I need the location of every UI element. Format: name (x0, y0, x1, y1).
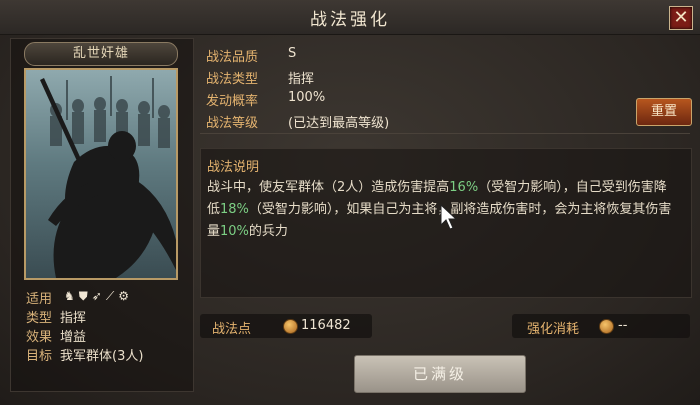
info-level: 战法等级 (已达到最高等级) (206, 116, 390, 131)
warrior-silhouette (40, 76, 176, 278)
skill-portrait (24, 68, 178, 280)
divider (200, 133, 690, 134)
close-button[interactable]: ✕ (669, 6, 693, 30)
siege-icon: ⚙ (118, 289, 134, 303)
coin-icon (283, 319, 298, 334)
archer-icon: ➶ (91, 289, 106, 303)
attr-applicable: 适用 (26, 292, 53, 307)
spear-icon: ⟋ (105, 289, 119, 303)
attr-type: 类型 指挥 (26, 311, 87, 326)
skill-name: 乱世奸雄 (24, 42, 178, 66)
dialog-title: 战法强化 (310, 10, 390, 30)
points-label: 战法点 (212, 322, 252, 337)
close-icon: ✕ (673, 7, 689, 28)
shield-icon: ⛊ (78, 289, 92, 303)
info-probability: 发动概率 100% (206, 90, 326, 109)
attr-effect: 效果 增益 (26, 330, 87, 345)
cost-label: 强化消耗 (527, 322, 580, 337)
attr-target: 目标 我军群体(3人) (26, 349, 144, 364)
info-type: 战法类型 指挥 (206, 72, 315, 87)
reset-button[interactable]: 重置 (636, 98, 692, 126)
cavalry-icon: ♞ (64, 289, 79, 303)
troop-type-icons: ♞⛊➶⟋⚙ (64, 289, 133, 304)
max-level-button[interactable]: 已满级 (354, 355, 526, 393)
cost-value: -- (618, 318, 628, 333)
description-title: 战法说明 (207, 160, 260, 175)
points-value: 116482 (301, 318, 351, 333)
info-quality: 战法品质 S (206, 46, 297, 65)
coin-icon (599, 319, 614, 334)
mouse-cursor-icon (440, 204, 458, 230)
